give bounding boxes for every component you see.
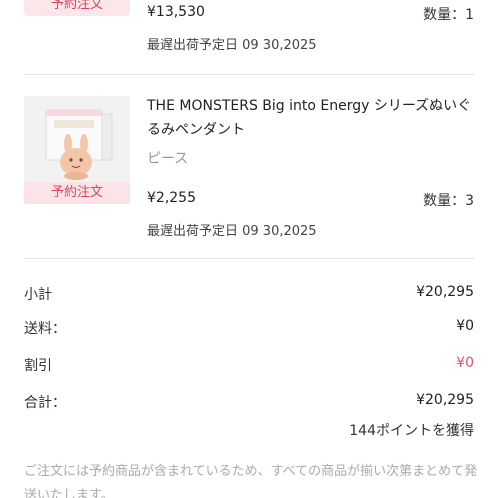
shipping-date: 最遅出荷予定日 09 30,2025 — [147, 38, 317, 53]
total-label: 合計： — [24, 395, 66, 411]
subtotal-value: ¥20,295 — [416, 284, 474, 300]
divider — [24, 258, 474, 259]
subtotal-label: 小計 — [24, 287, 52, 303]
shipping-value: ¥0 — [456, 318, 474, 334]
order-item-1: 予約注文 ¥13,530 数量：1 最遅出荷予定日 09 30,2025 — [0, 0, 498, 72]
divider — [24, 74, 474, 75]
discount-label: 割引 — [24, 358, 52, 374]
item-price: ¥13,530 — [147, 4, 205, 20]
product-thumbnail[interactable]: 予約注文 — [24, 96, 130, 204]
order-item-2[interactable]: 予約注文 THE MONSTERS Big into Energy シリーズぬい… — [0, 88, 498, 248]
discount-value: ¥0 — [456, 355, 474, 371]
shipping-label: 送料： — [24, 321, 66, 337]
item-quantity: 数量：3 — [423, 193, 474, 209]
preorder-badge: 予約注文 — [24, 182, 130, 204]
item-price: ¥2,255 — [147, 190, 196, 206]
product-variant: ピース — [147, 151, 189, 167]
points-earned: 144ポイントを獲得 — [349, 423, 474, 439]
product-name[interactable]: THE MONSTERS Big into Energy シリーズぬいぐるみペン… — [147, 94, 477, 142]
preorder-badge: 予約注文 — [24, 0, 130, 16]
total-value: ¥20,295 — [416, 392, 474, 408]
shipping-note: ご注文には予約商品が含まれているため、すべての商品が揃い次第まとめて発送いたしま… — [24, 464, 478, 498]
item-quantity: 数量：1 — [423, 7, 474, 23]
shipping-date: 最遅出荷予定日 09 30,2025 — [147, 224, 317, 239]
